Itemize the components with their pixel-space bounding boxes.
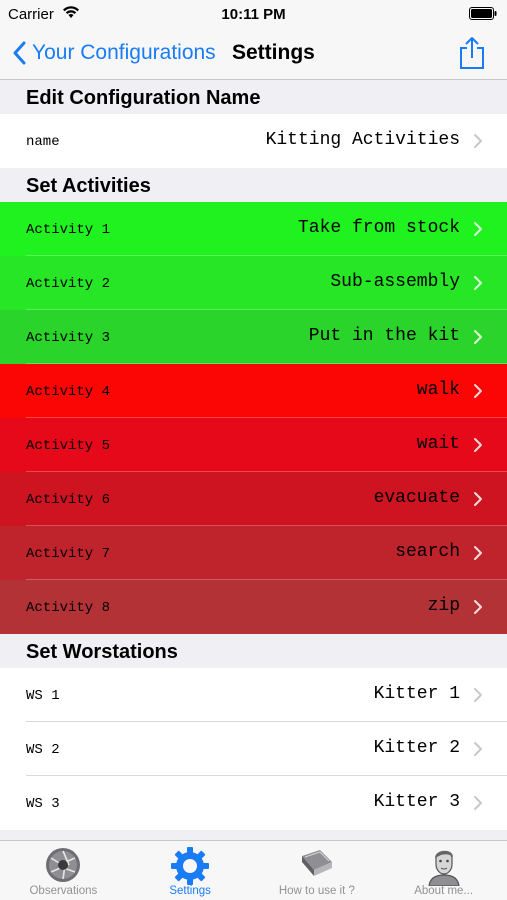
row-label: name: [26, 134, 60, 150]
row-label: Activity 2: [26, 276, 111, 292]
workstation-row-2[interactable]: WS 2 Kitter 2: [0, 722, 507, 776]
row-value: evacuate: [373, 488, 460, 508]
row-value: Kitter 2: [373, 738, 460, 758]
row-value: walk: [416, 380, 460, 400]
chevron-right-icon: [474, 796, 482, 810]
gear-icon: [171, 847, 210, 885]
workstation-row-1[interactable]: WS 1 Kitter 1: [0, 668, 507, 722]
portrait-icon: [428, 850, 460, 886]
page-title: Settings: [232, 41, 315, 64]
activity-row-1[interactable]: Activity 1 Take from stock: [0, 202, 507, 256]
chevron-right-icon: [474, 688, 482, 702]
row-value: Kitter 1: [373, 684, 460, 704]
tab-bar: Observations Settings How to use it ? Ab…: [0, 840, 507, 900]
book-icon: [301, 850, 332, 876]
row-value: zip: [427, 596, 460, 616]
chevron-right-icon: [474, 134, 482, 148]
row-label: WS 2: [26, 742, 60, 758]
row-label: Activity 8: [26, 600, 111, 616]
tab-settings[interactable]: Settings: [127, 841, 254, 900]
workstation-row-3[interactable]: WS 3 Kitter 3: [0, 776, 507, 830]
clock: 10:11 PM: [221, 6, 286, 23]
row-value: Sub-assembly: [330, 272, 460, 292]
row-label: Activity 6: [26, 492, 111, 508]
activity-row-7[interactable]: Activity 7 search: [0, 526, 507, 580]
tab-label: About me...: [414, 885, 474, 897]
tab-label: Settings: [169, 885, 211, 897]
activity-row-8[interactable]: Activity 8 zip: [0, 580, 507, 634]
chevron-right-icon: [474, 742, 482, 756]
chevron-right-icon: [474, 384, 482, 398]
back-button-label: Your Configurations: [32, 41, 216, 64]
tab-label: How to use it ?: [278, 885, 355, 897]
chevron-right-icon: [474, 222, 482, 236]
chevron-right-icon: [474, 438, 482, 452]
row-label: Activity 3: [26, 330, 111, 346]
row-value: Take from stock: [297, 218, 460, 238]
battery-icon: [469, 7, 497, 20]
activity-row-2[interactable]: Activity 2 Sub-assembly: [0, 256, 507, 310]
row-label: Activity 4: [26, 384, 111, 400]
back-button[interactable]: Your Configurations: [12, 38, 216, 68]
tab-about-me[interactable]: About me...: [380, 841, 507, 900]
activity-list: Activity 1 Take from stock Activity 2 Sub-a…: [0, 202, 507, 634]
activity-row-5[interactable]: Activity 5 wait: [0, 418, 507, 472]
settings-list: Edit Configuration Name name Kitting Act…: [0, 80, 507, 840]
navigation-bar: Your Configurations Settings: [0, 28, 507, 80]
activity-row-3[interactable]: Activity 3 Put in the kit: [0, 310, 507, 364]
row-label: Activity 1: [26, 222, 111, 238]
activity-row-4[interactable]: Activity 4 walk: [0, 364, 507, 418]
tab-label: Observations: [29, 885, 98, 897]
chevron-right-icon: [474, 276, 482, 290]
share-icon[interactable]: [459, 36, 485, 70]
chevron-right-icon: [474, 330, 482, 344]
config-name-row[interactable]: name Kitting Activities: [0, 114, 507, 168]
row-label: WS 3: [26, 796, 60, 812]
row-label: Activity 7: [26, 546, 111, 562]
row-value: Put in the kit: [308, 326, 460, 346]
row-value: Kitting Activities: [265, 130, 460, 150]
chevron-right-icon: [474, 600, 482, 614]
section-header-workstations: Set Worstations: [0, 634, 507, 668]
row-value: search: [395, 542, 460, 562]
row-label: Activity 5: [26, 438, 111, 454]
row-label: WS 1: [26, 688, 60, 704]
row-value: wait: [416, 434, 460, 454]
chevron-right-icon: [474, 492, 482, 506]
tab-how-to-use[interactable]: How to use it ?: [254, 841, 381, 900]
aperture-icon: [46, 848, 81, 882]
chevron-left-icon: [13, 41, 26, 65]
section-header-config-name: Edit Configuration Name: [0, 80, 507, 114]
section-header-activities: Set Activities: [0, 168, 507, 202]
status-bar: Carrier 10:11 PM: [0, 0, 507, 28]
tab-observations[interactable]: Observations: [0, 841, 127, 900]
activity-row-6[interactable]: Activity 6 evacuate: [0, 472, 507, 526]
chevron-right-icon: [474, 546, 482, 560]
row-value: Kitter 3: [373, 792, 460, 812]
workstation-list: WS 1 Kitter 1 WS 2 Kitter 2 WS 3 Kitter 3: [0, 668, 507, 830]
